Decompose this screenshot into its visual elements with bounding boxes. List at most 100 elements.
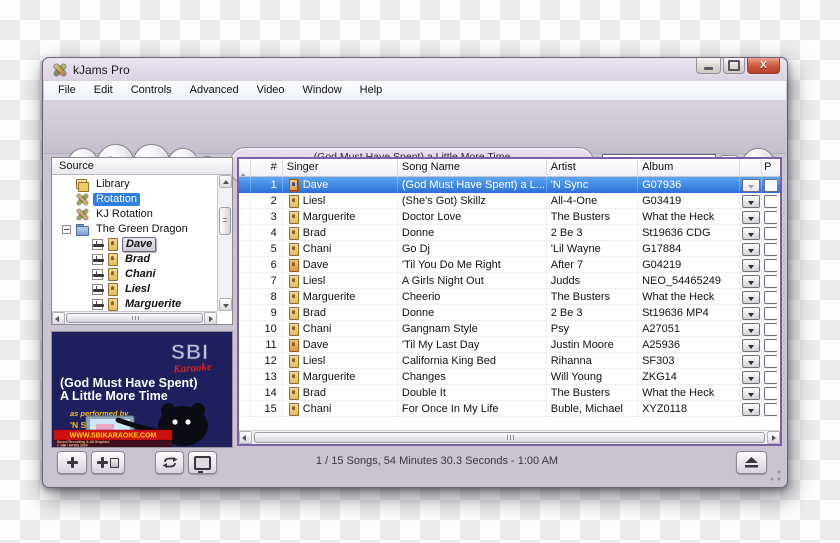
minimize-button[interactable] xyxy=(696,58,721,74)
table-row[interactable]: 14 Brad Double It The Busters What the Heck xyxy=(239,385,780,401)
row-p-button[interactable] xyxy=(764,306,778,320)
scroll-right-icon[interactable] xyxy=(204,312,217,324)
sidebar-item-brad[interactable]: Brad xyxy=(52,252,217,267)
tree-vscroll-thumb[interactable] xyxy=(219,207,231,235)
row-p-button[interactable] xyxy=(764,194,778,208)
table-hscroll-thumb[interactable] xyxy=(254,432,765,443)
table-row[interactable]: 7 Liesl A Girls Night Out Judds NEO_54465249 xyxy=(239,273,780,289)
add-singer-button[interactable] xyxy=(91,451,125,474)
table-row[interactable]: 12 Liesl California King Bed Rihanna SF303 xyxy=(239,353,780,369)
row-dropdown-button[interactable] xyxy=(741,338,760,352)
table-row[interactable]: 11 Dave 'Til My Last Day Justin Moore A25936 xyxy=(239,337,780,353)
row-p-button[interactable] xyxy=(764,274,778,288)
close-button[interactable]: X xyxy=(747,58,780,74)
column-header-p[interactable]: P xyxy=(762,159,780,177)
video-window-button[interactable] xyxy=(188,451,217,474)
column-header-artist[interactable]: Artist xyxy=(546,159,639,177)
scroll-down-icon[interactable] xyxy=(219,298,232,311)
table-row[interactable]: 5 Chani Go Dj 'Lil Wayne G17884 xyxy=(239,241,780,257)
row-p-button[interactable] xyxy=(764,354,778,368)
scroll-left-icon[interactable] xyxy=(239,431,252,444)
table-row[interactable]: 4 Brad Donne 2 Be 3 St19636 CDG xyxy=(239,225,780,241)
row-dropdown-button[interactable] xyxy=(741,226,760,240)
row-dropdown-button[interactable] xyxy=(741,354,760,368)
row-singer: Marguerite xyxy=(283,209,398,225)
row-dropdown-button[interactable] xyxy=(741,210,760,224)
menu-file[interactable]: File xyxy=(49,81,85,100)
menu-video[interactable]: Video xyxy=(248,81,294,100)
tree-horizontal-scrollbar[interactable] xyxy=(52,311,217,324)
table-row[interactable]: 3 Marguerite Doctor Love The Busters What th… xyxy=(239,209,780,225)
expand-icon[interactable] xyxy=(92,299,104,310)
row-dropdown-button[interactable] xyxy=(741,370,760,384)
row-dropdown-button[interactable] xyxy=(741,258,760,272)
table-horizontal-scrollbar[interactable] xyxy=(239,430,780,444)
row-p-button[interactable] xyxy=(764,290,778,304)
sidebar-item-rotation[interactable]: Rotation xyxy=(52,192,217,207)
scroll-left-icon[interactable] xyxy=(52,312,65,324)
sidebar-item-marguerite[interactable]: Marguerite xyxy=(52,297,217,311)
menu-help[interactable]: Help xyxy=(351,81,392,100)
row-p-button[interactable] xyxy=(764,258,778,272)
row-dropdown-button[interactable] xyxy=(741,242,760,256)
header-gutter[interactable] xyxy=(239,159,251,177)
table-row[interactable]: 8 Marguerite Cheerio The Busters What the He… xyxy=(239,289,780,305)
table-row[interactable]: 9 Brad Donne 2 Be 3 St19636 MP4 xyxy=(239,305,780,321)
column-header-song-name[interactable]: Song Name xyxy=(397,159,547,177)
table-row[interactable]: 13 Marguerite Changes Will Young ZKG14 xyxy=(239,369,780,385)
sidebar-item-dave[interactable]: Dave xyxy=(52,237,217,252)
row-dropdown-button[interactable] xyxy=(741,290,760,304)
menu-window[interactable]: Window xyxy=(294,81,351,100)
row-dropdown-button[interactable] xyxy=(741,402,760,416)
row-dropdown-button[interactable] xyxy=(741,274,760,288)
row-p-button[interactable] xyxy=(764,242,778,256)
title-bar[interactable]: kJams Pro X xyxy=(43,58,787,81)
tree-hscroll-thumb[interactable] xyxy=(66,313,203,323)
expand-icon[interactable] xyxy=(92,254,104,265)
eject-button[interactable] xyxy=(736,451,767,474)
column-header-album[interactable]: Album xyxy=(638,159,741,177)
collapse-icon[interactable] xyxy=(62,225,71,234)
row-dropdown-button[interactable] xyxy=(741,322,760,336)
expand-icon[interactable] xyxy=(92,239,104,250)
row-p-button[interactable] xyxy=(764,178,778,192)
row-p-button[interactable] xyxy=(764,210,778,224)
menu-controls[interactable]: Controls xyxy=(122,81,181,100)
tree-vertical-scrollbar[interactable] xyxy=(217,175,232,311)
menu-advanced[interactable]: Advanced xyxy=(181,81,248,100)
row-p-button[interactable] xyxy=(764,322,778,336)
sidebar-item-the-green-dragon[interactable]: The Green Dragon xyxy=(52,222,217,237)
add-song-button[interactable] xyxy=(57,451,87,474)
sidebar-item-liesl[interactable]: Liesl xyxy=(52,282,217,297)
column-header-number[interactable]: # xyxy=(250,159,283,177)
row-p-button[interactable] xyxy=(764,370,778,384)
table-row[interactable]: 1 Dave (God Must Have Spent) a L... 'N Sync… xyxy=(239,177,780,193)
table-row[interactable]: 15 Chani For Once In My Life Buble, Michael… xyxy=(239,401,780,417)
row-dropdown-button[interactable] xyxy=(741,178,760,192)
menu-edit[interactable]: Edit xyxy=(85,81,122,100)
row-p-button[interactable] xyxy=(764,338,778,352)
resize-grip[interactable] xyxy=(769,469,782,482)
row-dropdown-button[interactable] xyxy=(741,386,760,400)
row-singer: Liesl xyxy=(283,353,398,369)
expand-icon[interactable] xyxy=(92,269,104,280)
expand-icon[interactable] xyxy=(92,284,104,295)
column-header-actions[interactable] xyxy=(740,159,763,177)
row-p-button[interactable] xyxy=(764,386,778,400)
scroll-right-icon[interactable] xyxy=(767,431,780,444)
repeat-button[interactable] xyxy=(155,451,184,474)
row-p-button[interactable] xyxy=(764,402,778,416)
maximize-button[interactable] xyxy=(723,58,745,74)
scroll-up-icon[interactable] xyxy=(219,175,232,188)
table-row[interactable]: 2 Liesl (She's Got) Skillz All-4-One G03419 xyxy=(239,193,780,209)
table-row[interactable]: 6 Dave 'Til You Do Me Right After 7 G04219 xyxy=(239,257,780,273)
row-p-button[interactable] xyxy=(764,226,778,240)
sidebar-item-kj-rotation[interactable]: KJ Rotation xyxy=(52,207,217,222)
sidebar-item-library[interactable]: Library xyxy=(52,177,217,192)
table-row[interactable]: 10 Chani Gangnam Style Psy A27051 xyxy=(239,321,780,337)
column-header-singer[interactable]: Singer xyxy=(282,159,398,177)
sidebar-item-chani[interactable]: Chani xyxy=(52,267,217,282)
album-art: SBI Karaoke (God Must Have Spent) A Litt… xyxy=(51,331,233,448)
row-dropdown-button[interactable] xyxy=(741,306,760,320)
row-dropdown-button[interactable] xyxy=(741,194,760,208)
